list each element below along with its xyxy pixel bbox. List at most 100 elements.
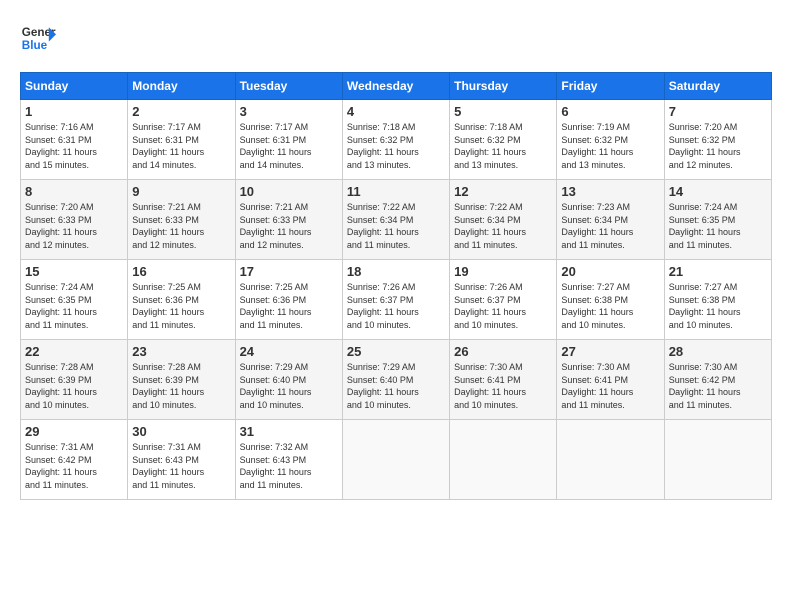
day-number: 30	[132, 424, 230, 439]
day-info: Sunrise: 7:20 AM Sunset: 6:32 PM Dayligh…	[669, 121, 767, 171]
calendar-day-cell: 27 Sunrise: 7:30 AM Sunset: 6:41 PM Dayli…	[557, 340, 664, 420]
calendar-day-cell: 13 Sunrise: 7:23 AM Sunset: 6:34 PM Dayli…	[557, 180, 664, 260]
day-info: Sunrise: 7:17 AM Sunset: 6:31 PM Dayligh…	[132, 121, 230, 171]
page-header: General Blue	[20, 20, 772, 56]
calendar-day-cell: 6 Sunrise: 7:19 AM Sunset: 6:32 PM Daylig…	[557, 100, 664, 180]
calendar-day-cell: 11 Sunrise: 7:22 AM Sunset: 6:34 PM Dayli…	[342, 180, 449, 260]
day-info: Sunrise: 7:26 AM Sunset: 6:37 PM Dayligh…	[454, 281, 552, 331]
calendar-day-cell: 17 Sunrise: 7:25 AM Sunset: 6:36 PM Dayli…	[235, 260, 342, 340]
day-info: Sunrise: 7:18 AM Sunset: 6:32 PM Dayligh…	[454, 121, 552, 171]
calendar-day-cell: 18Sunrise: 7:26 AM Sunset: 6:37 PM Dayli…	[342, 260, 449, 340]
day-number: 7	[669, 104, 767, 119]
day-of-week-header: Saturday	[664, 73, 771, 100]
day-number: 24	[240, 344, 338, 359]
calendar-day-cell: 24 Sunrise: 7:29 AM Sunset: 6:40 PM Dayli…	[235, 340, 342, 420]
day-number: 28	[669, 344, 767, 359]
logo: General Blue	[20, 20, 56, 56]
calendar-day-cell: 20 Sunrise: 7:27 AM Sunset: 6:38 PM Dayli…	[557, 260, 664, 340]
calendar-day-cell: 10 Sunrise: 7:21 AM Sunset: 6:33 PM Dayli…	[235, 180, 342, 260]
day-info: Sunrise: 7:29 AM Sunset: 6:40 PM Dayligh…	[240, 361, 338, 411]
calendar-day-cell: 3 Sunrise: 7:17 AM Sunset: 6:31 PM Daylig…	[235, 100, 342, 180]
day-number: 26	[454, 344, 552, 359]
calendar-table: SundayMondayTuesdayWednesdayThursdayFrid…	[20, 72, 772, 500]
day-info: Sunrise: 7:29 AM Sunset: 6:40 PM Dayligh…	[347, 361, 445, 411]
day-number: 9	[132, 184, 230, 199]
day-info: Sunrise: 7:22 AM Sunset: 6:34 PM Dayligh…	[347, 201, 445, 251]
day-info: Sunrise: 7:32 AM Sunset: 6:43 PM Dayligh…	[240, 441, 338, 491]
calendar-day-cell	[450, 420, 557, 500]
day-info: Sunrise: 7:20 AM Sunset: 6:33 PM Dayligh…	[25, 201, 123, 251]
day-number: 13	[561, 184, 659, 199]
day-info: Sunrise: 7:28 AM Sunset: 6:39 PM Dayligh…	[132, 361, 230, 411]
day-number: 5	[454, 104, 552, 119]
calendar-day-cell: 14 Sunrise: 7:24 AM Sunset: 6:35 PM Dayli…	[664, 180, 771, 260]
svg-text:Blue: Blue	[22, 39, 48, 52]
day-info: Sunrise: 7:22 AM Sunset: 6:34 PM Dayligh…	[454, 201, 552, 251]
calendar-day-cell: 29Sunrise: 7:31 AM Sunset: 6:42 PM Dayli…	[21, 420, 128, 500]
day-of-week-header: Sunday	[21, 73, 128, 100]
day-info: Sunrise: 7:26 AM Sunset: 6:37 PM Dayligh…	[347, 281, 445, 331]
day-number: 17	[240, 264, 338, 279]
calendar-day-cell: 12 Sunrise: 7:22 AM Sunset: 6:34 PM Dayli…	[450, 180, 557, 260]
day-info: Sunrise: 7:19 AM Sunset: 6:32 PM Dayligh…	[561, 121, 659, 171]
calendar-day-cell: 2 Sunrise: 7:17 AM Sunset: 6:31 PM Daylig…	[128, 100, 235, 180]
day-info: Sunrise: 7:30 AM Sunset: 6:41 PM Dayligh…	[454, 361, 552, 411]
day-info: Sunrise: 7:27 AM Sunset: 6:38 PM Dayligh…	[561, 281, 659, 331]
calendar-day-cell: 7 Sunrise: 7:20 AM Sunset: 6:32 PM Daylig…	[664, 100, 771, 180]
calendar-day-cell: 5 Sunrise: 7:18 AM Sunset: 6:32 PM Daylig…	[450, 100, 557, 180]
day-info: Sunrise: 7:24 AM Sunset: 6:35 PM Dayligh…	[25, 281, 123, 331]
day-info: Sunrise: 7:27 AM Sunset: 6:38 PM Dayligh…	[669, 281, 767, 331]
day-info: Sunrise: 7:30 AM Sunset: 6:42 PM Dayligh…	[669, 361, 767, 411]
day-number: 11	[347, 184, 445, 199]
calendar-week-row: 15 Sunrise: 7:24 AM Sunset: 6:35 PM Dayli…	[21, 260, 772, 340]
day-info: Sunrise: 7:28 AM Sunset: 6:39 PM Dayligh…	[25, 361, 123, 411]
day-number: 19	[454, 264, 552, 279]
day-number: 25	[347, 344, 445, 359]
calendar-day-cell: 1Sunrise: 7:16 AM Sunset: 6:31 PM Daylig…	[21, 100, 128, 180]
day-info: Sunrise: 7:21 AM Sunset: 6:33 PM Dayligh…	[240, 201, 338, 251]
calendar-day-cell: 28 Sunrise: 7:30 AM Sunset: 6:42 PM Dayli…	[664, 340, 771, 420]
day-info: Sunrise: 7:25 AM Sunset: 6:36 PM Dayligh…	[132, 281, 230, 331]
day-info: Sunrise: 7:18 AM Sunset: 6:32 PM Dayligh…	[347, 121, 445, 171]
calendar-day-cell: 15 Sunrise: 7:24 AM Sunset: 6:35 PM Dayli…	[21, 260, 128, 340]
day-info: Sunrise: 7:31 AM Sunset: 6:43 PM Dayligh…	[132, 441, 230, 491]
day-number: 27	[561, 344, 659, 359]
day-number: 23	[132, 344, 230, 359]
day-info: Sunrise: 7:30 AM Sunset: 6:41 PM Dayligh…	[561, 361, 659, 411]
day-info: Sunrise: 7:24 AM Sunset: 6:35 PM Dayligh…	[669, 201, 767, 251]
calendar-day-cell: 26 Sunrise: 7:30 AM Sunset: 6:41 PM Dayli…	[450, 340, 557, 420]
day-number: 4	[347, 104, 445, 119]
day-number: 14	[669, 184, 767, 199]
day-number: 16	[132, 264, 230, 279]
calendar-day-cell: 9 Sunrise: 7:21 AM Sunset: 6:33 PM Daylig…	[128, 180, 235, 260]
day-number: 21	[669, 264, 767, 279]
day-number: 15	[25, 264, 123, 279]
day-number: 22	[25, 344, 123, 359]
day-info: Sunrise: 7:25 AM Sunset: 6:36 PM Dayligh…	[240, 281, 338, 331]
day-number: 10	[240, 184, 338, 199]
calendar-day-cell: 25 Sunrise: 7:29 AM Sunset: 6:40 PM Dayli…	[342, 340, 449, 420]
calendar-day-cell: 31 Sunrise: 7:32 AM Sunset: 6:43 PM Dayli…	[235, 420, 342, 500]
day-number: 8	[25, 184, 123, 199]
day-of-week-header: Tuesday	[235, 73, 342, 100]
day-number: 12	[454, 184, 552, 199]
calendar-day-cell: 23 Sunrise: 7:28 AM Sunset: 6:39 PM Dayli…	[128, 340, 235, 420]
calendar-day-cell: 8 Sunrise: 7:20 AM Sunset: 6:33 PM Daylig…	[21, 180, 128, 260]
day-of-week-header: Thursday	[450, 73, 557, 100]
calendar-day-cell: 21 Sunrise: 7:27 AM Sunset: 6:38 PM Dayli…	[664, 260, 771, 340]
calendar-week-row: 1Sunrise: 7:16 AM Sunset: 6:31 PM Daylig…	[21, 100, 772, 180]
calendar-week-row: 22 Sunrise: 7:28 AM Sunset: 6:39 PM Dayli…	[21, 340, 772, 420]
day-info: Sunrise: 7:21 AM Sunset: 6:33 PM Dayligh…	[132, 201, 230, 251]
day-number: 20	[561, 264, 659, 279]
calendar-day-cell	[664, 420, 771, 500]
day-number: 2	[132, 104, 230, 119]
day-info: Sunrise: 7:23 AM Sunset: 6:34 PM Dayligh…	[561, 201, 659, 251]
day-number: 3	[240, 104, 338, 119]
day-number: 6	[561, 104, 659, 119]
calendar-day-cell: 30 Sunrise: 7:31 AM Sunset: 6:43 PM Dayli…	[128, 420, 235, 500]
day-info: Sunrise: 7:17 AM Sunset: 6:31 PM Dayligh…	[240, 121, 338, 171]
calendar-day-cell: 19 Sunrise: 7:26 AM Sunset: 6:37 PM Dayli…	[450, 260, 557, 340]
day-number: 31	[240, 424, 338, 439]
day-of-week-header: Friday	[557, 73, 664, 100]
calendar-day-cell	[342, 420, 449, 500]
